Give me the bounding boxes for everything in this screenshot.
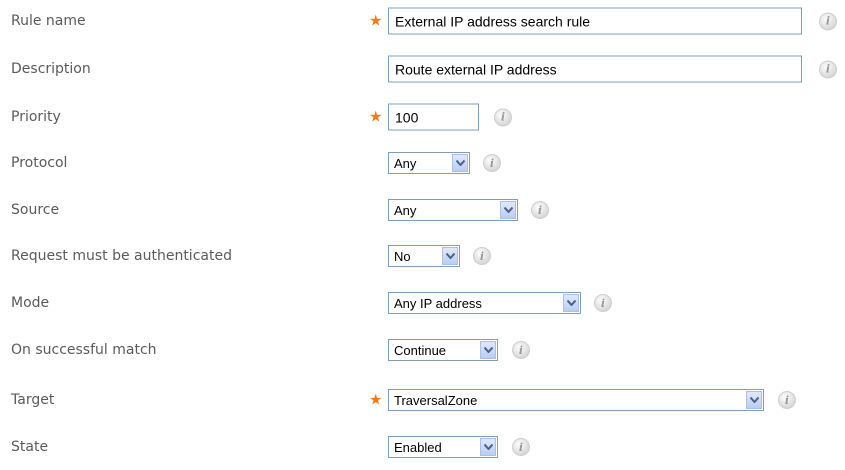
- required-star-icon: ★: [369, 11, 383, 30]
- description-label: Description: [11, 61, 91, 77]
- state-field-group: Enabled i: [388, 436, 530, 458]
- rule-name-field-group: External IP address search rule i: [388, 7, 837, 35]
- target-selected-value: TraversalZone: [394, 392, 478, 408]
- priority-label: Priority: [11, 109, 61, 125]
- target-select[interactable]: TraversalZone: [388, 389, 764, 411]
- search-rule-form: Rule name ★ External IP address search r…: [0, 0, 845, 464]
- on-match-selected-value: Continue: [394, 342, 447, 358]
- rule-name-input[interactable]: External IP address search rule: [388, 7, 802, 35]
- required-star-icon: ★: [369, 107, 383, 126]
- priority-row: Priority ★ 100 i: [0, 94, 845, 140]
- on-match-label: On successful match: [11, 342, 157, 358]
- description-input[interactable]: Route external IP address: [388, 55, 802, 83]
- rule-name-row: Rule name ★ External IP address search r…: [0, 0, 845, 44]
- state-label: State: [11, 439, 49, 455]
- info-icon[interactable]: i: [494, 108, 512, 126]
- on-match-row: On successful match Continue i: [0, 327, 845, 373]
- chevron-down-icon[interactable]: [452, 154, 468, 172]
- chevron-down-icon[interactable]: [480, 438, 496, 456]
- chevron-down-icon[interactable]: [442, 247, 458, 265]
- source-selected-value: Any: [394, 202, 417, 218]
- chevron-down-icon[interactable]: [563, 294, 579, 312]
- protocol-field-group: Any i: [388, 152, 501, 174]
- description-row: Description Route external IP address i: [0, 46, 845, 92]
- protocol-row: Protocol Any i: [0, 140, 845, 186]
- state-selected-value: Enabled: [394, 439, 442, 455]
- rule-name-label: Rule name: [11, 13, 86, 29]
- priority-input[interactable]: 100: [388, 103, 479, 131]
- info-icon[interactable]: i: [594, 294, 612, 312]
- authenticated-label: Request must be authenticated: [11, 248, 232, 264]
- chevron-down-icon[interactable]: [500, 201, 516, 219]
- state-select[interactable]: Enabled: [388, 436, 498, 458]
- info-icon[interactable]: i: [512, 341, 530, 359]
- source-select[interactable]: Any: [388, 199, 518, 221]
- mode-field-group: Any IP address i: [388, 292, 612, 314]
- authenticated-select[interactable]: No: [388, 245, 460, 267]
- authenticated-selected-value: No: [394, 248, 411, 264]
- target-field-group: TraversalZone i: [388, 389, 796, 411]
- info-icon[interactable]: i: [512, 438, 530, 456]
- protocol-selected-value: Any: [394, 155, 417, 171]
- target-row: Target ★ TraversalZone i: [0, 377, 845, 423]
- on-match-select[interactable]: Continue: [388, 339, 498, 361]
- source-label: Source: [11, 202, 60, 218]
- info-icon[interactable]: i: [819, 12, 837, 30]
- info-icon[interactable]: i: [483, 154, 501, 172]
- protocol-label: Protocol: [11, 155, 68, 171]
- info-icon[interactable]: i: [819, 60, 837, 78]
- protocol-select[interactable]: Any: [388, 152, 470, 174]
- info-icon[interactable]: i: [778, 391, 796, 409]
- source-row: Source Any i: [0, 187, 845, 233]
- authenticated-field-group: No i: [388, 245, 491, 267]
- chevron-down-icon[interactable]: [480, 341, 496, 359]
- on-match-field-group: Continue i: [388, 339, 530, 361]
- priority-field-group: 100 i: [388, 103, 512, 131]
- target-label: Target: [11, 392, 55, 408]
- info-icon[interactable]: i: [531, 201, 549, 219]
- authenticated-row: Request must be authenticated No i: [0, 233, 845, 279]
- required-star-icon: ★: [369, 390, 383, 409]
- mode-select[interactable]: Any IP address: [388, 292, 581, 314]
- state-row: State Enabled i: [0, 424, 845, 470]
- source-field-group: Any i: [388, 199, 549, 221]
- mode-selected-value: Any IP address: [394, 295, 482, 311]
- mode-label: Mode: [11, 295, 50, 311]
- chevron-down-icon[interactable]: [746, 391, 762, 409]
- mode-row: Mode Any IP address i: [0, 280, 845, 326]
- description-field-group: Route external IP address i: [388, 55, 837, 83]
- info-icon[interactable]: i: [473, 247, 491, 265]
